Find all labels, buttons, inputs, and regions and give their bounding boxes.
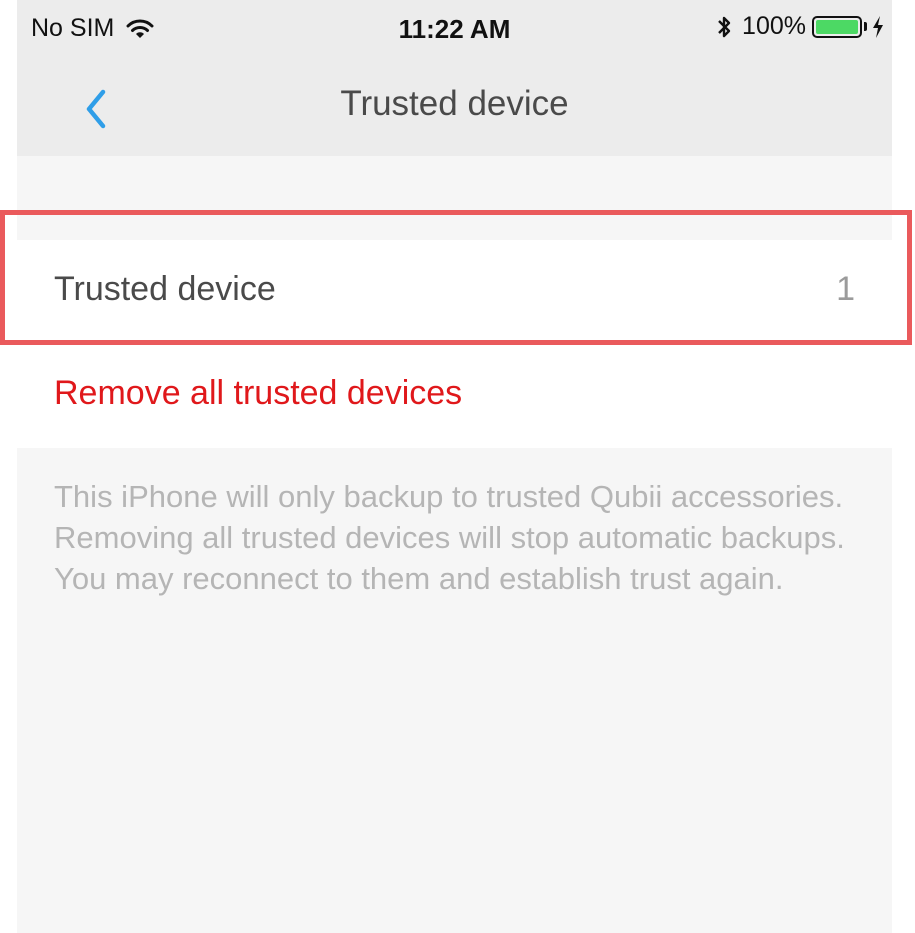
trusted-device-count: 1 <box>836 270 855 308</box>
app-screen: No SIM 11:22 AM 100% Trusted device Trus… <box>17 0 892 933</box>
battery-percent: 100% <box>742 12 806 40</box>
battery-icon <box>812 15 862 38</box>
footer-note: This iPhone will only backup to trusted … <box>54 479 845 596</box>
status-bar: No SIM 11:22 AM 100% <box>17 0 892 62</box>
remove-all-trusted-devices-button[interactable]: Remove all trusted devices <box>17 340 892 448</box>
status-right-group: 100% <box>716 12 884 41</box>
battery-level-fill <box>816 19 858 34</box>
bluetooth-icon <box>718 16 731 37</box>
page-title: Trusted device <box>340 84 569 123</box>
battery-tip <box>864 22 867 31</box>
trusted-device-label: Trusted device <box>54 270 276 308</box>
charging-bolt-icon <box>873 15 883 38</box>
remove-all-label: Remove all trusted devices <box>54 374 463 412</box>
trusted-device-row[interactable]: Trusted device 1 <box>17 240 892 340</box>
navigation-bar: Trusted device <box>17 62 892 156</box>
